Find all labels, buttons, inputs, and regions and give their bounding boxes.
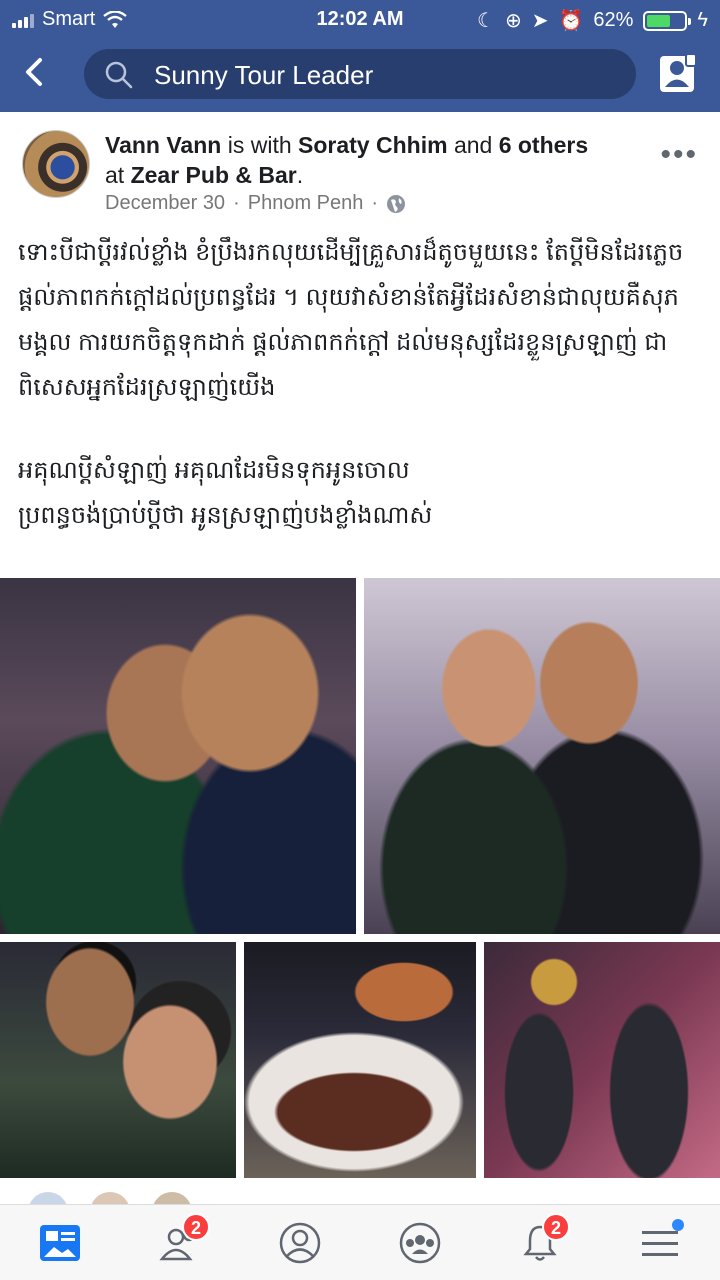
others-link[interactable]: 6 others (499, 132, 588, 158)
tab-menu[interactable] (630, 1215, 690, 1271)
profile-shortcut-button[interactable] (658, 52, 698, 94)
news-feed-icon (40, 1225, 80, 1261)
globe-icon (387, 194, 406, 213)
author-name[interactable]: Vann Vann (105, 132, 221, 158)
battery-percent: 62% (593, 9, 634, 31)
post-location: Phnom Penh (247, 192, 364, 214)
friend-requests-badge: 2 (182, 1213, 210, 1241)
tagged-name[interactable]: Soraty Chhim (298, 132, 448, 158)
post-photo[interactable] (0, 578, 356, 934)
reaction-avatars (0, 1188, 720, 1232)
place-link[interactable]: Zear Pub & Bar (131, 162, 297, 188)
post-photo[interactable] (0, 942, 236, 1178)
tab-notifications[interactable]: 2 (510, 1213, 570, 1271)
post-paragraph: ទោះបីជាប្ដីរវល់់ខ្លាំង ខំប្រឹងរកលុយដើម្ប… (18, 239, 684, 401)
tab-profile[interactable] (270, 1215, 330, 1271)
alarm-icon: ⏰ (558, 10, 584, 32)
charging-icon: ϟ (697, 9, 708, 31)
status-bar: Smart 12:02 AM ☾ ⊕ ➤ ⏰ 62% ϟ (0, 0, 720, 38)
more-options-button[interactable]: ••• (660, 138, 698, 172)
post-paragraph: អគុណប្ដីសំឡាញ់ អគុណដែរមិនទុកអូនចោល (18, 457, 410, 484)
back-button[interactable] (22, 52, 62, 96)
tab-news-feed[interactable] (30, 1215, 90, 1271)
post-photo[interactable] (244, 942, 476, 1178)
chevron-left-icon (26, 58, 42, 86)
post-date[interactable]: December 30 (105, 192, 225, 215)
navigation-bar: Sunny Tour Leader (0, 46, 720, 102)
location-icon: ➤ (531, 10, 549, 32)
post-text: ទោះបីជាប្ដីរវល់់ខ្លាំង ខំប្រឹងរកលុយដើម្ប… (18, 230, 708, 538)
post-headline: Vann Vann is with Soraty Chhim and 6 oth… (105, 132, 589, 188)
notifications-badge: 2 (542, 1213, 570, 1241)
profile-card-icon (660, 53, 697, 92)
author-avatar[interactable] (22, 130, 90, 198)
at-text: at (105, 162, 125, 188)
tab-groups[interactable] (390, 1215, 450, 1271)
groups-icon (399, 1222, 441, 1264)
search-icon (105, 61, 133, 89)
post-header: Vann Vann is with Soraty Chhim and 6 oth… (0, 128, 720, 220)
and-text: and (453, 132, 493, 158)
moon-icon: ☾ (477, 10, 495, 32)
battery-icon (643, 10, 692, 31)
profile-icon (279, 1222, 321, 1264)
lock-rotation-icon: ⊕ (504, 10, 522, 32)
menu-new-dot (672, 1219, 684, 1231)
post-photo[interactable] (484, 942, 720, 1178)
search-query: Sunny Tour Leader (154, 60, 374, 90)
post-paragraph: ប្រពន្ធចង់ប្រាប់ប្ដីថា អូនស្រឡាញ់បងខ្លាំ… (18, 502, 433, 529)
post-photo[interactable] (364, 578, 720, 934)
header: Smart 12:02 AM ☾ ⊕ ➤ ⏰ 62% ϟ Sunny Tour … (0, 0, 720, 112)
tab-bar: 2 2 (0, 1204, 720, 1280)
search-bar[interactable]: Sunny Tour Leader (84, 49, 636, 99)
with-text: is with (227, 132, 292, 158)
post-meta: December 30 · Phnom Penh · (105, 192, 406, 215)
tab-friend-requests[interactable]: 2 (150, 1213, 210, 1271)
